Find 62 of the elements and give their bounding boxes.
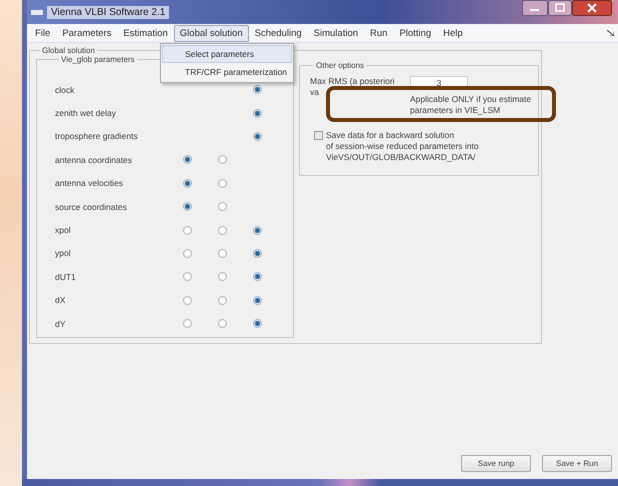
radio-button[interactable] (183, 202, 192, 212)
menu-item[interactable]: Plotting (393, 24, 438, 42)
parameter-label: antenna coordinates (55, 154, 134, 165)
menu-item[interactable]: File (29, 24, 56, 42)
panel-title: Other options (315, 61, 366, 70)
arrow-icon[interactable] (607, 30, 614, 36)
save-button[interactable]: Save runp (461, 455, 531, 472)
radio-button[interactable] (183, 272, 192, 282)
radio-button[interactable] (218, 319, 227, 328)
radio-button[interactable] (253, 296, 262, 305)
radio-button[interactable] (218, 226, 227, 235)
radio-button[interactable] (183, 226, 192, 235)
radio-button[interactable] (183, 155, 192, 164)
radio-button[interactable] (183, 296, 192, 305)
close-icon[interactable] (572, 0, 612, 16)
parameter-label: source coordinates (55, 202, 128, 212)
save-button[interactable]: Save + Run (542, 455, 612, 472)
menu-option[interactable]: TRF/CRF parameterization (162, 63, 292, 81)
radio-button[interactable] (218, 178, 227, 188)
radio-button[interactable] (183, 248, 192, 258)
menu-item[interactable]: Global solution (174, 24, 249, 42)
radio-button[interactable] (218, 272, 227, 282)
radio-button[interactable] (253, 108, 262, 118)
parameter-label: zenith wet delay (55, 108, 117, 118)
panel-title: Vie_glob parameters (60, 55, 136, 64)
radio-button[interactable] (253, 85, 262, 94)
checkbox-label: Save data for a backward solution of session-wise reduced parameters into VieVS/OUT/GLOB/BACKWARD_DATA/ (326, 130, 479, 163)
menu-option[interactable]: Select parameters (162, 45, 292, 63)
menu-item[interactable]: Estimation (117, 24, 174, 42)
radio-button[interactable] (253, 272, 262, 282)
parameter-label: antenna velocities (55, 178, 124, 188)
radio-button[interactable] (183, 319, 192, 328)
radio-button[interactable] (218, 202, 227, 212)
parameter-label: clock (55, 84, 76, 95)
radio-button[interactable] (183, 178, 192, 188)
radio-button[interactable] (253, 226, 262, 235)
radio-button[interactable] (218, 296, 227, 305)
maximize-icon[interactable] (548, 0, 572, 16)
parameter-label: dY (55, 318, 66, 329)
panel-title: Global solution (41, 46, 96, 55)
app-icon (31, 10, 43, 14)
menu-item[interactable]: Help (437, 24, 469, 42)
field-label: Max RMS (a posteriori (310, 76, 396, 87)
parameter-label: dX (55, 295, 66, 306)
radio-button[interactable] (218, 248, 227, 258)
note-text: Applicable ONLY if you estimate parameters in VIE_LSM (410, 94, 532, 116)
menu-item[interactable]: Run (364, 24, 394, 42)
parameter-label: xpol (55, 225, 72, 236)
menu-item[interactable]: Parameters (56, 24, 118, 42)
radio-button[interactable] (253, 132, 262, 141)
menu-item[interactable]: Scheduling (248, 24, 308, 42)
minimize-icon[interactable] (522, 0, 548, 16)
radio-button[interactable] (218, 155, 227, 164)
checkbox[interactable] (314, 131, 323, 140)
menu-item[interactable]: Simulation (308, 24, 364, 42)
window-title: Vienna VLBI Software 2.1 (47, 6, 170, 18)
radio-button[interactable] (253, 319, 262, 328)
parameter-label: troposphere gradients (55, 131, 139, 142)
parameter-label: ypol (55, 248, 72, 258)
field-label: va (310, 87, 320, 98)
parameter-label: dUT1 (55, 272, 77, 282)
radio-button[interactable] (253, 248, 262, 258)
